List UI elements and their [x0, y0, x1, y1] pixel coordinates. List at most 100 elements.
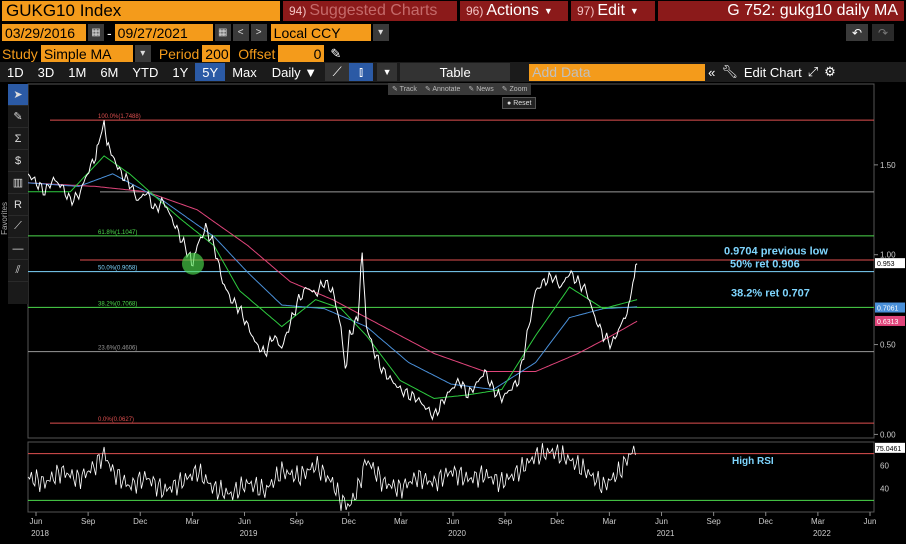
x-tick-label: Sep: [81, 517, 96, 526]
rsi-tick-label: 60: [880, 461, 889, 470]
chevron-right-icon[interactable]: >: [250, 24, 267, 41]
rsi-last-label: 75.0461: [876, 446, 901, 453]
dollar-icon[interactable]: $: [8, 150, 28, 172]
calendar-icon[interactable]: ▦: [88, 24, 104, 41]
fib-label: 0.0%(0.0627): [98, 417, 134, 423]
chevron-left-icon[interactable]: <: [232, 24, 249, 41]
title-bar: GUKG10 Index 94) Suggested Charts 96) Acti…: [0, 0, 906, 22]
horizontal-line-icon[interactable]: —: [8, 238, 28, 260]
x-tick-label: Jun: [655, 517, 668, 526]
pencil-icon[interactable]: ✎: [330, 46, 341, 62]
chevron-down-icon[interactable]: ▾: [134, 45, 151, 62]
redo-icon[interactable]: ↷: [872, 24, 894, 41]
add-data-placeholder: Add Data: [532, 64, 591, 80]
end-date-input[interactable]: 09/27/2021: [114, 24, 213, 41]
favorites-label: Favorites: [0, 202, 9, 235]
x-tick-label: Mar: [185, 517, 199, 526]
actions-label: Actions: [486, 2, 539, 19]
x-tick-label: Dec: [133, 517, 147, 526]
study-label: Study: [2, 45, 38, 62]
annotation-text: 0.9704 previous low: [724, 246, 828, 258]
reset-button[interactable]: ● Reset: [502, 97, 537, 109]
x-tick-label: Mar: [602, 517, 616, 526]
x-tick-label: Dec: [342, 517, 356, 526]
chevron-down-icon[interactable]: ▼: [377, 63, 398, 81]
bars-icon[interactable]: ▥: [8, 172, 28, 194]
range-button-1m[interactable]: 1M: [61, 63, 93, 81]
ticker-text: GUKG10 Index: [6, 1, 122, 20]
x-year-label: 2021: [657, 529, 675, 538]
bar-chart-icon[interactable]: ⫾: [349, 63, 374, 81]
x-tick-label: Dec: [759, 517, 773, 526]
frequency-text: Daily: [271, 64, 301, 80]
range-button-6m[interactable]: 6M: [93, 63, 125, 81]
rsi-tick-label: 40: [880, 485, 889, 494]
wrench-icon[interactable]: 🔧︎: [718, 63, 741, 81]
pen-icon[interactable]: ✎: [8, 106, 28, 128]
cursor-icon[interactable]: ➤: [8, 84, 28, 106]
chart[interactable]: 1.501.000.500.00100.0%(1.7488)61.8%(1.10…: [0, 82, 906, 544]
x-year-label: 2020: [448, 529, 466, 538]
highlight-circle: [181, 252, 204, 275]
end-date-text: 09/27/2021: [117, 24, 188, 41]
study-select[interactable]: Simple MA: [40, 45, 133, 62]
period-value: 200: [205, 45, 229, 62]
r-icon[interactable]: R: [8, 194, 28, 216]
actions-menu[interactable]: 96) Actions ▼: [460, 1, 568, 21]
chart-title: G 752: gukg10 daily MA: [658, 1, 904, 21]
actions-num: 96): [466, 4, 484, 18]
start-date-input[interactable]: 03/29/2016: [2, 24, 86, 41]
trendline-icon[interactable]: ⟋: [8, 216, 28, 238]
x-tick-label: Jun: [447, 517, 460, 526]
annotation-text: 50% ret 0.906: [730, 258, 800, 270]
offset-input[interactable]: 0: [278, 45, 325, 62]
period-label: Period: [158, 45, 200, 62]
edit-chart-button[interactable]: Edit Chart: [741, 63, 805, 81]
edit-menu[interactable]: 97) Edit ▼: [571, 1, 655, 21]
undo-icon[interactable]: ↶: [846, 24, 868, 41]
ticker-field[interactable]: GUKG10 Index: [2, 1, 280, 21]
currency-select[interactable]: Local CCY: [270, 24, 371, 41]
collapse-icon[interactable]: «: [705, 63, 718, 81]
edit-num: 97): [577, 4, 595, 18]
gear-icon[interactable]: ⚙: [821, 63, 839, 81]
stats-icon[interactable]: Σ: [8, 128, 28, 150]
last-value-label: 0.6313: [877, 319, 899, 326]
period-input[interactable]: 200: [202, 45, 231, 62]
range-buttons: 1D 3D 1M 6M YTD 1Y 5Y Max: [0, 63, 264, 81]
range-button-3d[interactable]: 3D: [31, 63, 62, 81]
line-chart-icon[interactable]: ⟋: [325, 63, 350, 81]
channel-icon[interactable]: ⫽: [8, 260, 28, 282]
float-tool-zoom[interactable]: ✎ Zoom: [498, 83, 532, 95]
currency-text: Local CCY: [273, 24, 341, 41]
chevron-down-icon: ▼: [543, 6, 553, 16]
float-tool-annotate[interactable]: ✎ Annotate: [421, 83, 464, 95]
x-tick-label: Mar: [394, 517, 408, 526]
drawing-tools-sidebar: ➤ ✎ Σ $ ▥ R ⟋ — ⫽ Favorites: [0, 84, 28, 304]
offset-value: 0: [313, 45, 322, 62]
float-tool-news[interactable]: ✎ News: [464, 83, 497, 95]
suggested-label: Suggested Charts: [309, 2, 438, 19]
y-tick-label: 0.00: [880, 430, 896, 439]
add-data-input[interactable]: Add Data: [529, 63, 706, 81]
x-tick-label: Jun: [238, 517, 251, 526]
range-button-1y[interactable]: 1Y: [165, 63, 195, 81]
table-button[interactable]: Table: [400, 63, 511, 81]
suggested-charts-button[interactable]: 94) Suggested Charts: [283, 1, 457, 21]
suggested-num: 94): [289, 4, 307, 18]
range-button-1d[interactable]: 1D: [0, 63, 31, 81]
annotation-text: 38.2% ret 0.707: [731, 288, 810, 300]
x-year-label: 2018: [31, 529, 49, 538]
range-button-5y[interactable]: 5Y: [195, 63, 226, 81]
calendar-icon[interactable]: ▦: [214, 24, 231, 41]
frequency-select[interactable]: Daily ▼: [264, 63, 325, 81]
fib-label: 61.8%(1.1047): [98, 230, 137, 236]
fullscreen-icon[interactable]: ⤢: [805, 63, 821, 81]
x-tick-label: Dec: [550, 517, 564, 526]
float-tool-track[interactable]: ✎ Track: [388, 83, 421, 95]
range-button-ytd[interactable]: YTD: [125, 63, 165, 81]
edit-label: Edit: [597, 2, 625, 19]
range-button-max[interactable]: Max: [225, 63, 264, 81]
chevron-down-icon[interactable]: ▾: [372, 24, 389, 41]
y-tick-label: 0.50: [880, 341, 896, 350]
